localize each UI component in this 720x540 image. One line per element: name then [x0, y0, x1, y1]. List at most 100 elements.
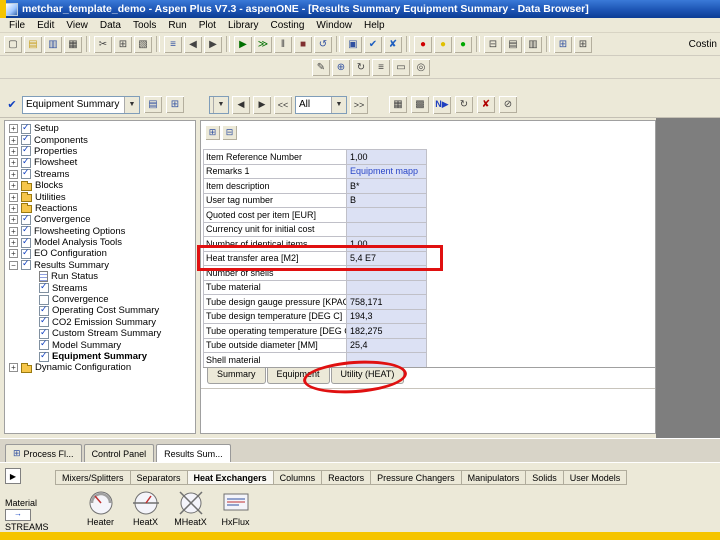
row-value[interactable]: B* — [347, 179, 427, 194]
form-tab-summary[interactable]: Summary — [207, 368, 266, 384]
menu-run[interactable]: Run — [162, 20, 192, 31]
insert-block-icon[interactable]: ⊕ — [332, 58, 350, 76]
status-go-icon[interactable]: ● — [454, 35, 472, 53]
history-icon[interactable]: ▤ — [504, 35, 522, 53]
next-required-input-button[interactable]: N▶ — [433, 95, 451, 114]
tree-item-operating-cost-summary[interactable]: Operating Cost Summary — [5, 305, 195, 316]
tree-item-eo-configuration[interactable]: + EO Configuration — [5, 248, 195, 259]
save-icon[interactable]: ▥ — [44, 35, 62, 53]
item-filter-combo[interactable]: All ▼ — [295, 95, 347, 114]
expand-toggle-icon[interactable]: + — [9, 215, 18, 225]
menu-plot[interactable]: Plot — [193, 20, 222, 31]
expand-toggle-icon[interactable]: + — [9, 192, 18, 202]
row-value[interactable]: 758,171 — [347, 295, 427, 310]
tree-item-dynamic-configuration[interactable]: + Dynamic Configuration — [5, 362, 195, 373]
row-value[interactable]: 1,00 — [347, 150, 427, 165]
control-panel-icon[interactable]: ▣ — [344, 35, 362, 53]
new-icon[interactable]: ▢ — [4, 35, 22, 53]
expand-toggle-icon[interactable]: + — [9, 124, 18, 134]
delete-icon[interactable]: ✘ — [477, 96, 495, 113]
tree-item-utilities[interactable]: + Utilities — [5, 191, 195, 203]
tree-item-streams[interactable]: + Streams — [5, 169, 195, 180]
tree-item-convergence[interactable]: + Convergence — [5, 214, 195, 225]
prev-form-icon[interactable]: ◀ — [184, 35, 202, 53]
data-browser-icon[interactable]: ≡ — [164, 35, 182, 53]
material-streams-selector[interactable]: Material → STREAMS — [5, 498, 55, 532]
menu-window[interactable]: Window — [310, 20, 358, 31]
tree-item-co2-emission-summary[interactable]: CO2 Emission Summary — [5, 317, 195, 328]
results-form-icon[interactable]: ▩ — [411, 96, 429, 113]
row-value[interactable] — [347, 280, 427, 295]
model-heater[interactable]: Heater — [78, 487, 123, 527]
expand-toggle-icon[interactable]: + — [9, 158, 18, 168]
open-icon[interactable]: ▤ — [24, 35, 42, 53]
pause-icon[interactable]: ‖ — [274, 35, 292, 53]
expand-toggle-icon[interactable]: + — [9, 203, 18, 213]
first-item-button[interactable]: << — [274, 95, 292, 114]
hide-icon[interactable]: ⊘ — [499, 96, 517, 113]
window-tab-process-fl[interactable]: ⊞ Process Fl... — [5, 444, 82, 462]
stream-format-icon[interactable]: ⊟ — [222, 125, 237, 140]
rotate-icon[interactable]: ↻ — [352, 58, 370, 76]
input-form-icon[interactable]: ▦ — [389, 96, 407, 113]
align-icon[interactable]: ≡ — [372, 58, 390, 76]
row-value[interactable] — [347, 208, 427, 223]
annotate-icon[interactable]: ▭ — [392, 58, 410, 76]
tree-item-flowsheeting-options[interactable]: + Flowsheeting Options — [5, 226, 195, 237]
expand-toggle-icon[interactable]: + — [9, 146, 18, 156]
expand-toggle-icon[interactable]: − — [9, 260, 18, 270]
palette-tab-columns[interactable]: Columns — [273, 470, 323, 485]
select-mode-button[interactable]: ▶ — [5, 468, 21, 484]
copy-icon[interactable]: ⊞ — [114, 35, 132, 53]
costing-grid-icon[interactable]: ⊞ — [554, 35, 572, 53]
sheet-view-icon[interactable]: ▤ — [144, 96, 162, 113]
last-item-button[interactable]: >> — [350, 95, 368, 114]
tree-item-model-summary[interactable]: Model Summary — [5, 339, 195, 351]
row-value[interactable]: 194,3 — [347, 309, 427, 324]
model-hxflux[interactable]: HxFlux — [213, 487, 258, 527]
summary-table-icon[interactable]: ⊞ — [574, 35, 592, 53]
chevron-down-icon[interactable]: ▼ — [124, 96, 139, 113]
expand-toggle-icon[interactable]: + — [9, 238, 18, 248]
tree-item-flowsheet[interactable]: + Flowsheet — [5, 157, 195, 168]
menu-edit[interactable]: Edit — [31, 20, 60, 31]
menu-tools[interactable]: Tools — [127, 20, 162, 31]
menu-data[interactable]: Data — [94, 20, 127, 31]
stream-arrow-icon[interactable]: → — [5, 509, 31, 521]
row-value[interactable]: Equipment mapp — [347, 164, 427, 179]
expand-toggle-icon[interactable]: + — [9, 363, 18, 373]
menu-view[interactable]: View — [60, 20, 94, 31]
paste-icon[interactable]: ▧ — [134, 35, 152, 53]
palette-tab-user-models[interactable]: User Models — [563, 470, 628, 485]
palette-tab-manipulators[interactable]: Manipulators — [461, 470, 527, 485]
row-value[interactable]: B — [347, 193, 427, 208]
cancel-run-icon[interactable]: ✘ — [384, 35, 402, 53]
next-sheet-button[interactable]: ▶ — [253, 95, 271, 114]
form-selector-combo[interactable]: Equipment Summary ▼ — [22, 95, 140, 114]
menu-help[interactable]: Help — [358, 20, 391, 31]
report-icon[interactable]: ▥ — [524, 35, 542, 53]
tree-item-model-analysis-tools[interactable]: + Model Analysis Tools — [5, 237, 195, 248]
palette-tab-reactors[interactable]: Reactors — [322, 470, 372, 485]
palette-tab-heat-exchangers[interactable]: Heat Exchangers — [187, 470, 274, 485]
window-tab-control-panel[interactable]: Control Panel — [83, 444, 155, 462]
tree-item-properties[interactable]: + Properties — [5, 146, 195, 157]
model-heatx[interactable]: HeatX — [123, 487, 168, 527]
cut-icon[interactable]: ✂ — [94, 35, 112, 53]
draw-icon[interactable]: ✎ — [312, 58, 330, 76]
tree-item-streams[interactable]: Streams — [5, 282, 195, 294]
tree-item-blocks[interactable]: + Blocks — [5, 180, 195, 191]
menu-library[interactable]: Library — [222, 20, 265, 31]
tree-item-custom-stream-summary[interactable]: Custom Stream Summary — [5, 328, 195, 339]
zoom-icon[interactable]: ◎ — [412, 58, 430, 76]
run-icon[interactable]: ▶ — [234, 35, 252, 53]
prev-sheet-button[interactable]: ◀ — [232, 95, 250, 114]
table-format-icon[interactable]: ⊞ — [205, 125, 220, 140]
palette-tab-separators[interactable]: Separators — [130, 470, 188, 485]
tree-item-reactions[interactable]: + Reactions — [5, 203, 195, 214]
expand-toggle-icon[interactable]: + — [9, 181, 18, 191]
palette-tab-pressure-changers[interactable]: Pressure Changers — [371, 470, 462, 485]
menu-file[interactable]: File — [3, 20, 31, 31]
row-value[interactable] — [347, 222, 427, 237]
tree-item-run-status[interactable]: Run Status — [5, 271, 195, 283]
